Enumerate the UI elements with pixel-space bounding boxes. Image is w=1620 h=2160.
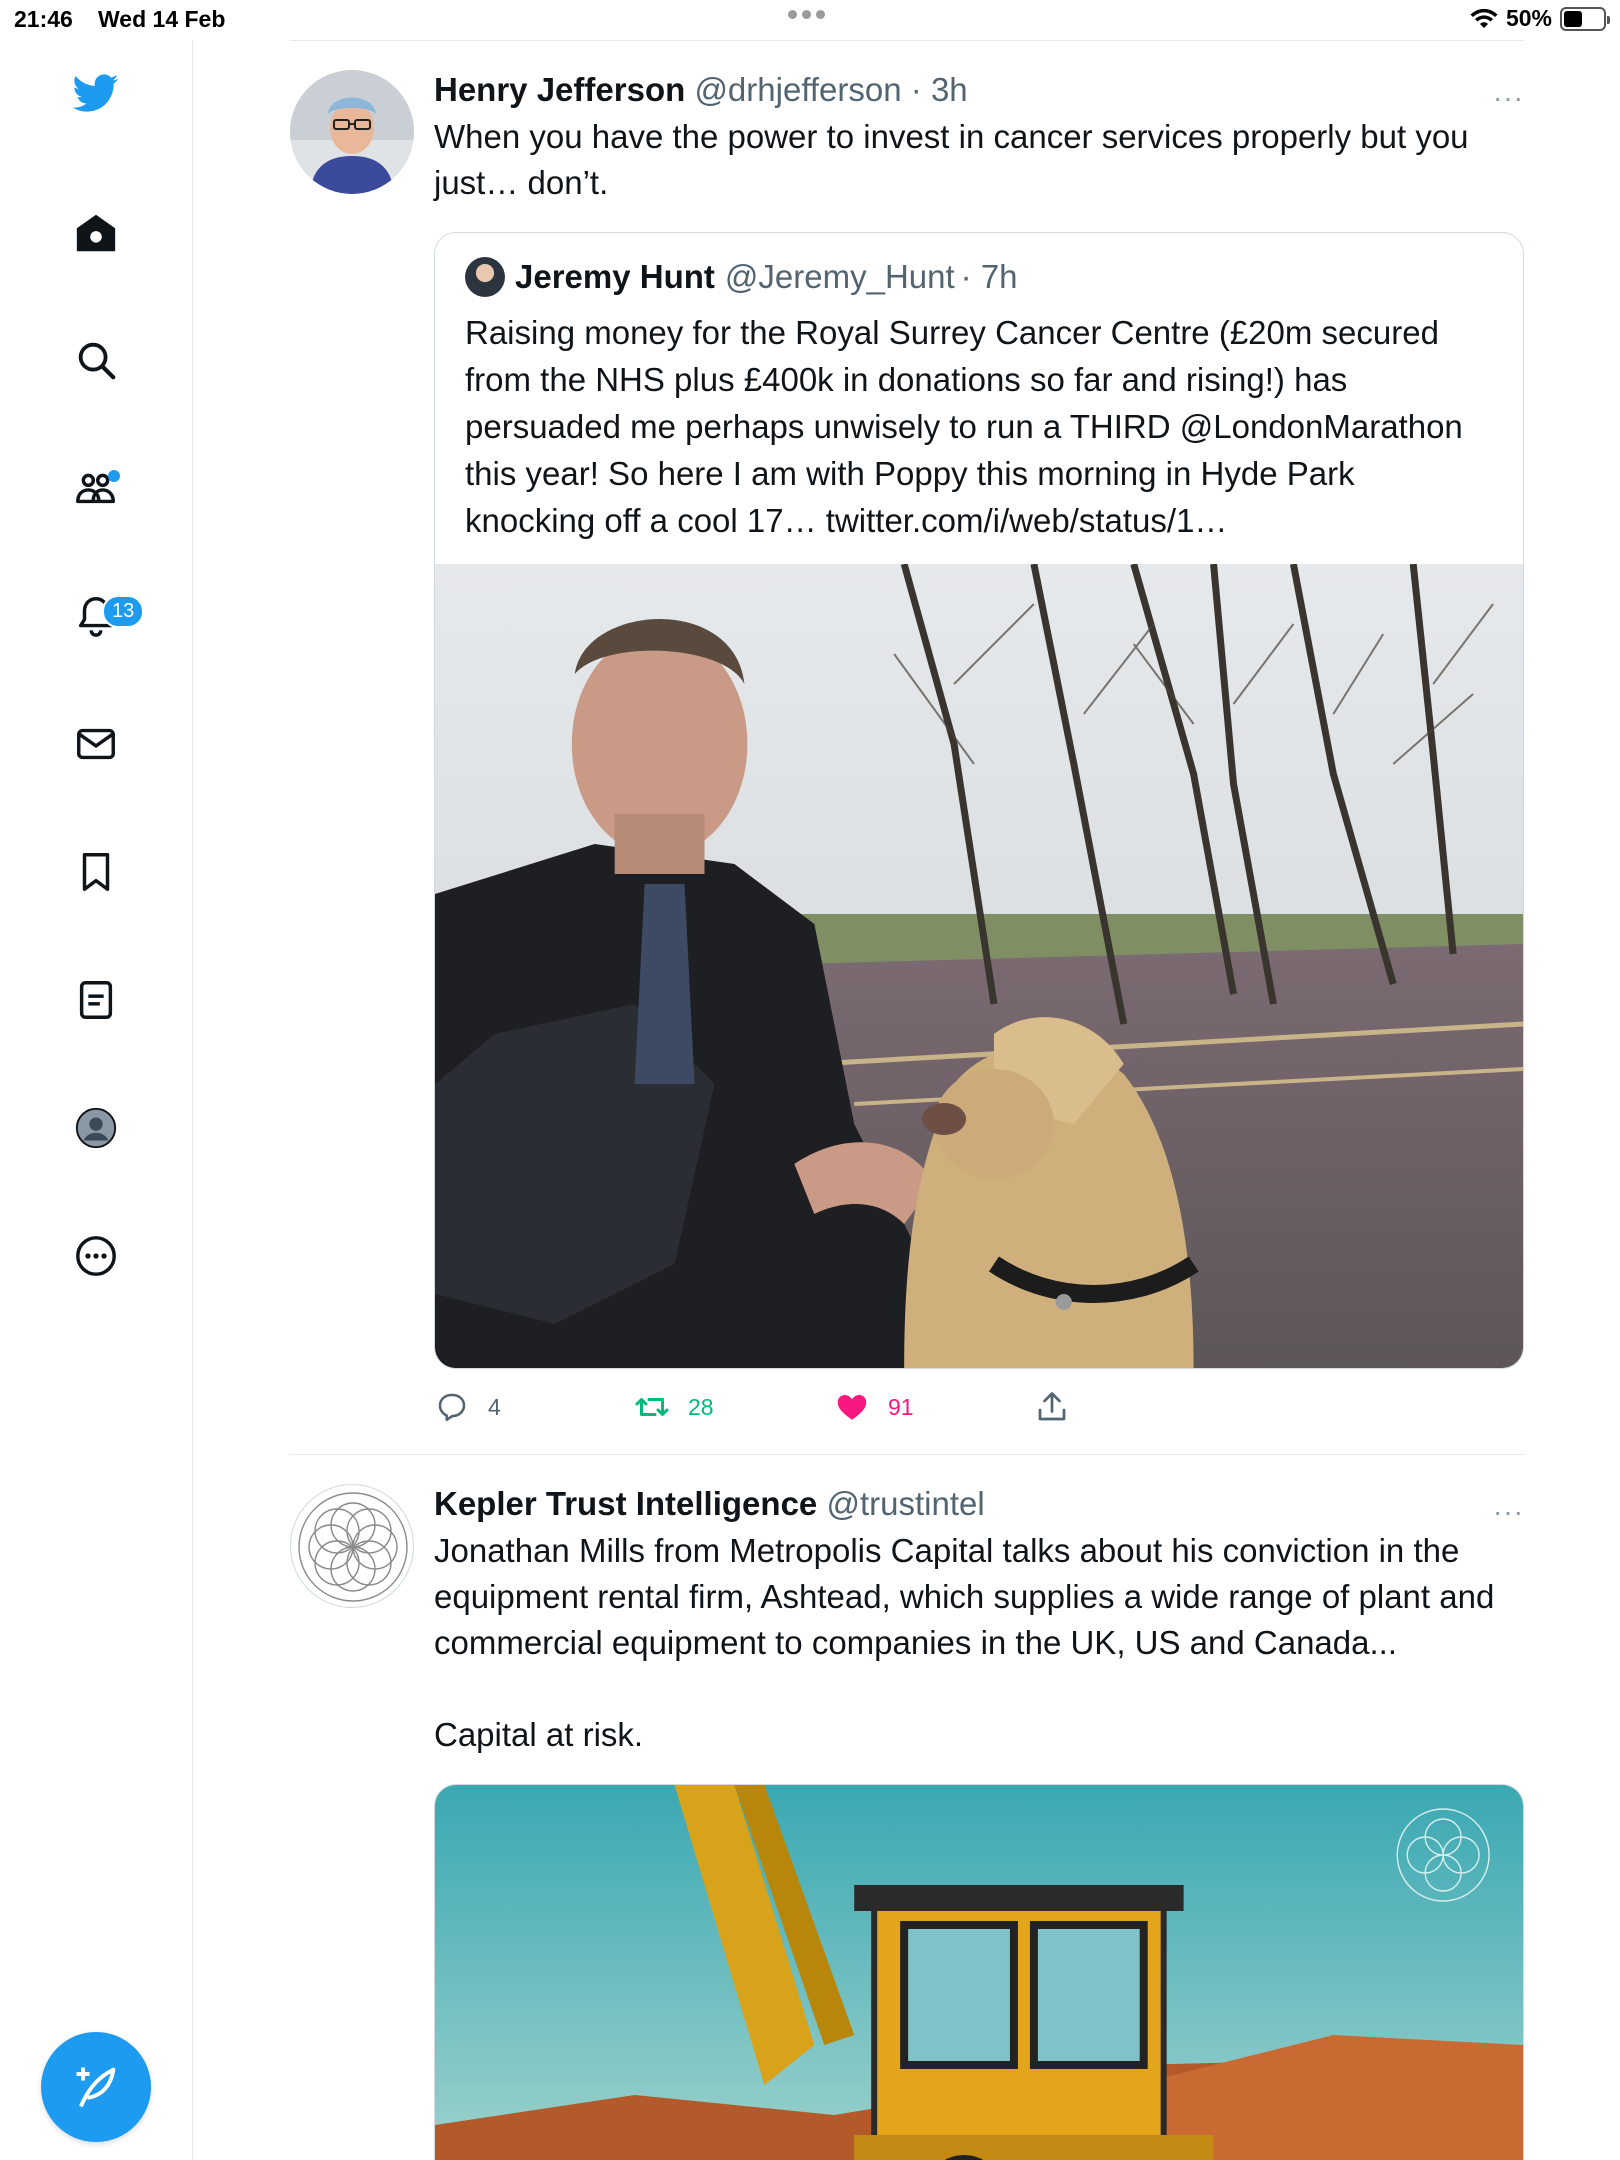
home-icon[interactable] [68,205,124,261]
reply-count: 4 [488,1393,501,1420]
share-icon [1038,1392,1066,1421]
profile-avatar-icon[interactable] [68,1100,124,1156]
tweet-more-button[interactable]: ··· [1493,1496,1524,1528]
more-circle-icon[interactable] [68,1228,124,1284]
status-time: 21:46 [14,6,73,32]
quoted-tweet-text: Raising money for the Royal Surrey Cance… [465,314,1463,539]
avatar[interactable] [290,70,414,194]
heart-icon [837,1395,867,1420]
battery-icon [1560,6,1610,31]
tweet-text-disclaimer: Capital at risk. [434,1716,644,1753]
quoted-author-handle[interactable]: @Jeremy_Hunt [725,257,955,297]
tweet-header: Kepler Trust Intelligence @trustintel [434,1484,1524,1524]
status-bar: 21:46 Wed 14 Feb 50% [0,0,1620,40]
reply-button[interactable]: 4 [434,1389,634,1425]
compose-feather-icon [76,2067,116,2108]
avatar[interactable] [290,1484,414,1608]
quoted-tweet-time[interactable]: · 7h [961,257,1018,297]
notifications-badge: 13 [102,595,145,628]
bookmark-icon[interactable] [68,844,124,900]
author-handle[interactable]: @trustintel [826,1485,984,1522]
search-icon[interactable] [68,332,124,388]
tweet-time[interactable]: · 3h [911,71,968,108]
author-name[interactable]: Kepler Trust Intelligence [434,1485,817,1522]
wifi-icon [1470,8,1498,28]
retweet-count: 28 [688,1393,714,1420]
battery-percent: 50% [1505,5,1552,31]
like-count: 91 [888,1393,914,1420]
compose-button[interactable] [41,2032,151,2142]
tweet-actions: 4 28 91 [434,1389,1524,1425]
list-icon[interactable] [68,972,124,1028]
sidebar: 13 [0,40,193,2160]
multitasking-dots[interactable] [788,10,825,19]
retweet-icon [635,1398,669,1416]
tweet-divider [290,1454,1524,1455]
status-date: Wed 14 Feb [98,6,226,32]
tweet-text: When you have the power to invest in can… [434,118,1469,201]
mail-icon[interactable] [68,716,124,772]
communities-icon[interactable] [68,460,124,516]
quoted-avatar[interactable] [465,257,505,297]
quoted-author-name[interactable]: Jeremy Hunt [515,257,715,297]
quoted-tweet[interactable]: Jeremy Hunt @Jeremy_Hunt · 7h Raising mo… [434,232,1524,1369]
retweet-button[interactable]: 28 [634,1389,834,1425]
reply-icon [438,1393,466,1422]
tweet-text: Jonathan Mills from Metropolis Capital t… [434,1532,1495,1661]
tweet-media[interactable] [434,1784,1524,2160]
tweet-more-button[interactable]: ··· [1493,82,1524,114]
twitter-bird-icon[interactable] [68,65,124,121]
quoted-tweet-photo[interactable] [435,564,1523,1368]
tweet-header: Henry Jefferson @drhjefferson · 3h [434,70,1524,110]
author-handle[interactable]: @drhjefferson [694,71,901,108]
share-button[interactable] [1034,1389,1234,1425]
author-name[interactable]: Henry Jefferson [434,71,685,108]
communities-unread-dot [108,470,120,482]
like-button[interactable]: 91 [834,1389,1034,1425]
